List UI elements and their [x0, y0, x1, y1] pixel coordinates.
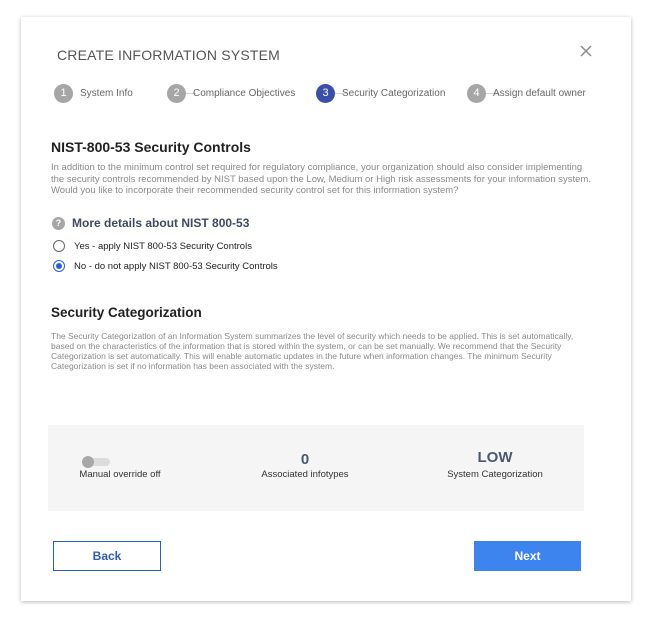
categorization-level-label: System Categorization [447, 469, 543, 480]
step-security-categorization[interactable]: 3 Security Categorization [316, 83, 445, 103]
close-icon[interactable] [578, 43, 594, 59]
manual-override-toggle[interactable] [82, 456, 110, 468]
categorization-panel [48, 425, 584, 511]
categorization-description: The Security Categorization of an Inform… [51, 331, 574, 371]
more-details-link[interactable]: ? More details about NIST 800-53 [52, 216, 249, 230]
radio-yes[interactable] [53, 240, 65, 252]
more-details-label: More details about NIST 800-53 [72, 216, 250, 230]
categorization-level: LOW [477, 449, 513, 466]
step-label: Compliance Objectives [193, 87, 296, 99]
next-button[interactable]: Next [474, 541, 581, 571]
infotypes-count: 0 [300, 451, 310, 468]
dialog-title: CREATE INFORMATION SYSTEM [57, 47, 281, 63]
radio-option-yes[interactable]: Yes - apply NIST 800-53 Security Control… [53, 240, 252, 252]
infotypes-label: Associated infotypes [261, 469, 349, 480]
wizard-stepper: 1 System Info 2 Compliance Objectives 3 … [54, 83, 594, 103]
question-circle-icon: ? [52, 216, 65, 230]
radio-no-label: No - do not apply NIST 800-53 Security C… [74, 260, 278, 272]
manual-override-label: Manual override off [79, 469, 161, 480]
step-assign-default-owner[interactable]: 4 Assign default owner [467, 83, 586, 103]
step-number: 2 [167, 83, 186, 103]
step-label: Assign default owner [493, 87, 586, 99]
nist-heading: NIST-800-53 Security Controls [51, 139, 251, 155]
categorization-heading: Security Categorization [51, 305, 202, 320]
back-button[interactable]: Back [53, 541, 161, 571]
radio-option-no[interactable]: No - do not apply NIST 800-53 Security C… [53, 260, 278, 272]
nist-description: In addition to the minimum control set r… [51, 162, 591, 196]
toggle-knob [82, 456, 94, 468]
step-label: System Info [80, 87, 133, 99]
step-system-info[interactable]: 1 System Info [54, 83, 133, 103]
radio-no[interactable] [53, 260, 65, 272]
step-number: 3 [316, 83, 335, 103]
step-label: Security Categorization [342, 87, 446, 99]
step-number: 4 [467, 83, 486, 103]
step-compliance-objectives[interactable]: 2 Compliance Objectives [167, 83, 295, 103]
create-information-system-dialog: CREATE INFORMATION SYSTEM 1 System Info … [21, 17, 631, 601]
radio-yes-label: Yes - apply NIST 800-53 Security Control… [74, 240, 252, 252]
step-number: 1 [54, 83, 73, 103]
